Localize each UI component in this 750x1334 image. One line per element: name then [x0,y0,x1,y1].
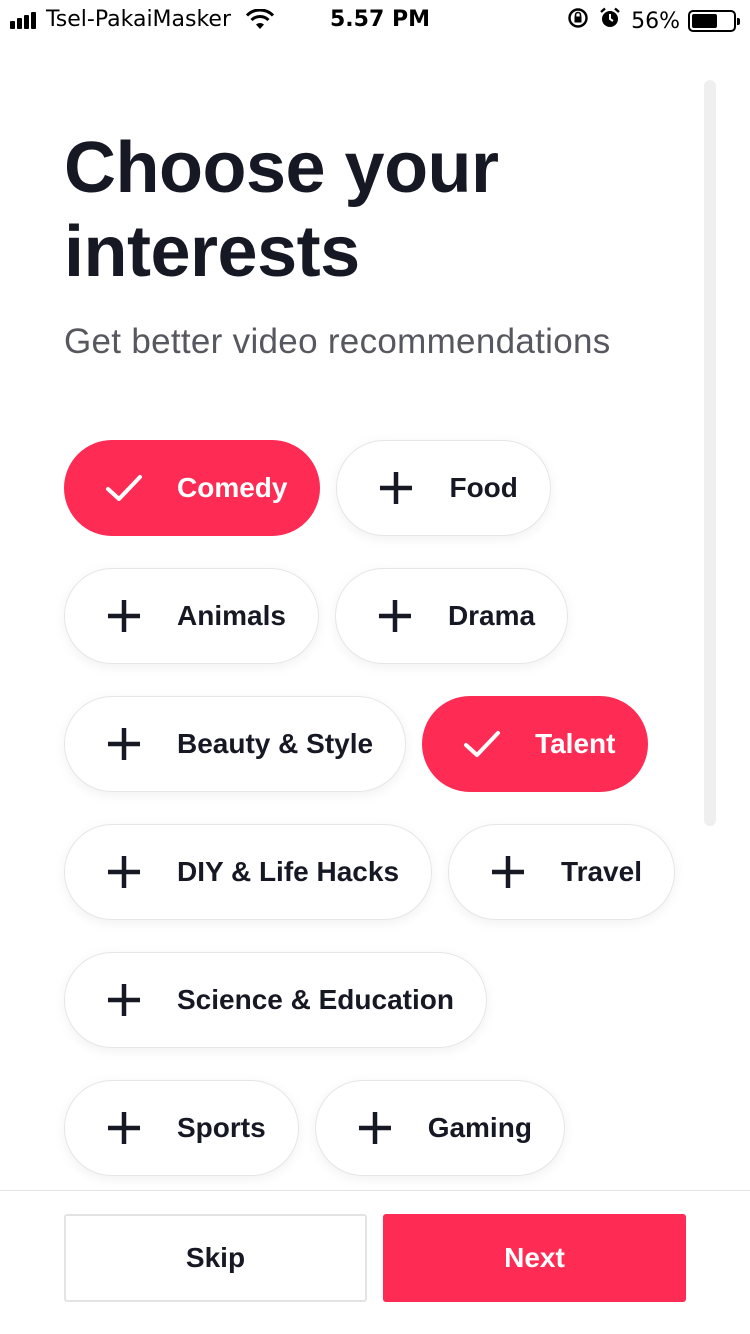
signal-icon [10,11,38,29]
interest-label: Animals [177,600,286,631]
interest-label: Sports [177,1112,266,1143]
interest-label: DIY & Life Hacks [177,856,400,887]
carrier-name: Tsel-PakaiMasker [46,7,232,32]
footer-divider [0,1190,750,1191]
battery-percent: 56% [631,8,680,34]
plus-icon [105,597,143,635]
check-icon [105,469,143,507]
rotation-lock-icon [567,7,589,35]
interest-chips: Comedy Food Animals Drama Beauty & Style [64,440,684,1208]
interest-chip[interactable]: Drama [334,568,569,664]
plus-icon [105,853,143,891]
page-subtitle: Get better video recommendations [64,322,611,361]
next-button[interactable]: Next [383,1214,686,1302]
interest-label: Travel [561,856,642,887]
chip-row: DIY & Life Hacks Travel [64,824,684,920]
interest-chip[interactable]: Travel [448,824,675,920]
plus-icon [105,981,143,1019]
chip-row: Sports Gaming [64,1080,684,1176]
interest-chip[interactable]: Comedy [64,440,321,536]
status-bar: Tsel-PakaiMasker 5.57 PM 56% [0,0,750,40]
interest-chip[interactable]: Science & Education [64,952,487,1048]
interest-label: Gaming [427,1112,532,1143]
alarm-icon [599,7,621,35]
interest-label: Food [449,472,518,503]
interest-label: Drama [447,600,536,631]
scroll-indicator[interactable] [704,80,716,826]
interest-chip[interactable]: Sports [64,1080,299,1176]
interest-label: Beauty & Style [177,728,374,759]
interests-screen: Tsel-PakaiMasker 5.57 PM 56% Choose your… [0,0,750,1334]
status-left: Tsel-PakaiMasker [10,7,275,32]
plus-icon [105,1109,143,1147]
page-title: Choose your interests [64,128,499,292]
interest-chip[interactable]: DIY & Life Hacks [64,824,433,920]
plus-icon [376,597,414,635]
chip-row: Beauty & Style Talent [64,696,684,792]
check-icon [463,725,501,763]
interest-chip[interactable]: Animals [64,568,319,664]
interest-label: Science & Education [177,984,454,1015]
plus-icon [489,853,527,891]
battery-icon [688,10,740,32]
interest-chip[interactable]: Beauty & Style [64,696,407,792]
chip-row: Comedy Food [64,440,684,536]
interest-label: Comedy [177,472,288,503]
interest-chip[interactable]: Food [336,440,551,536]
interest-chip[interactable]: Gaming [314,1080,565,1176]
status-time: 5.57 PM [330,7,430,32]
plus-icon [377,469,415,507]
battery-level [692,14,717,28]
interest-label: Talent [535,728,616,759]
plus-icon [356,1109,394,1147]
chip-row: Science & Education [64,952,684,1048]
chip-row: Animals Drama [64,568,684,664]
skip-button[interactable]: Skip [64,1214,367,1302]
plus-icon [105,725,143,763]
wifi-icon [245,8,275,31]
interest-chip[interactable]: Talent [422,696,649,792]
status-right: 56% [567,7,740,35]
